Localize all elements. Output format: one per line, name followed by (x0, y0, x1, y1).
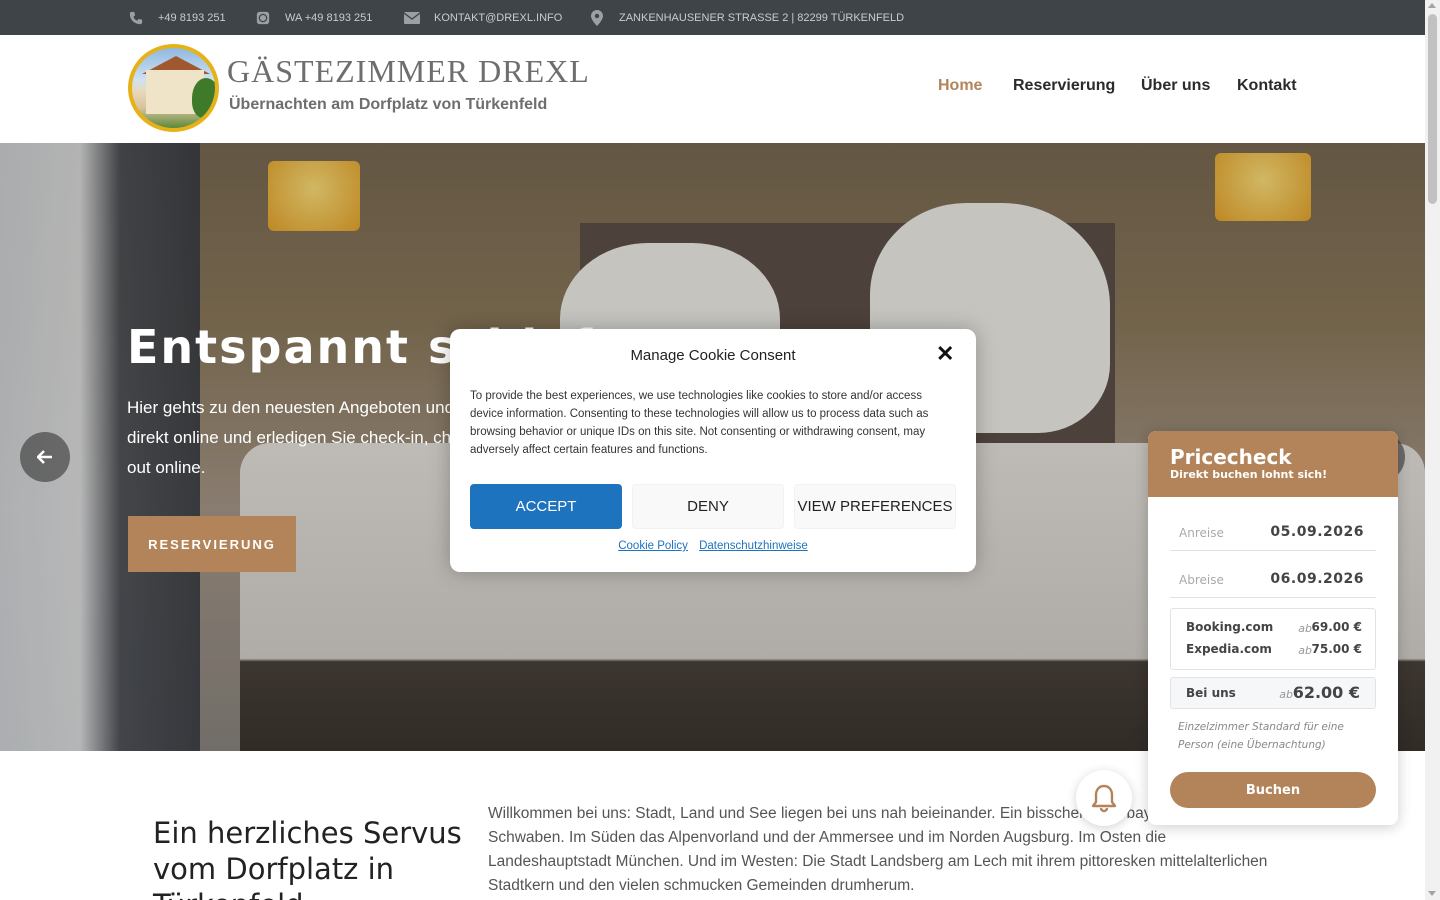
site-header: GÄSTEZIMMER DREXL Übernachten am Dorfpla… (0, 35, 1425, 143)
ota-name: Expedia.com (1186, 642, 1272, 656)
slider-prev-button[interactable] (20, 432, 70, 482)
nav-ueber-uns[interactable]: Über uns (1141, 77, 1210, 95)
page-scrollbar[interactable] (1425, 0, 1440, 900)
email-contact[interactable]: KONTAKT@DREXL.INFO (404, 0, 562, 35)
whatsapp-icon (255, 10, 271, 26)
arrival-label: Anreise (1179, 526, 1224, 540)
phone-icon (128, 10, 144, 26)
address-text: ZANKENHAUSENER STRASSE 2 | 82299 TÜRKENF… (619, 11, 905, 24)
nav-home[interactable]: Home (938, 77, 982, 95)
notification-bell-button[interactable] (1076, 770, 1132, 826)
email-text: KONTAKT@DREXL.INFO (434, 11, 563, 24)
nav-kontakt[interactable]: Kontakt (1237, 77, 1297, 95)
direct-price-box: Bei uns ab 62.00 € (1170, 677, 1376, 709)
scroll-down-arrow-icon[interactable] (1428, 891, 1436, 896)
room-note: Einzelzimmer Standard für eine Person (e… (1178, 721, 1344, 751)
welcome-heading: Ein herzliches Servus vom Dorfplatz in T… (153, 816, 462, 900)
ota-row-expedia: Expedia.com ab 75.00 € (1186, 640, 1362, 660)
ota-row-booking: Booking.com ab 69.00 € (1186, 618, 1362, 638)
departure-label: Abreise (1179, 573, 1224, 587)
departure-value: 06.09.2026 (1270, 571, 1364, 587)
ota-price: 69.00 € (1311, 620, 1362, 634)
ota-prefix: ab (1298, 644, 1312, 657)
direct-prefix: ab (1279, 688, 1293, 701)
ota-name: Booking.com (1186, 620, 1274, 634)
arrival-value: 05.09.2026 (1270, 524, 1364, 540)
arrow-left-icon (37, 450, 52, 464)
ota-price-list: Booking.com ab 69.00 € Expedia.com ab 75… (1170, 608, 1376, 670)
phone-contact[interactable]: +49 8193 251 (128, 0, 226, 35)
pricecheck-title: Pricecheck (1170, 445, 1292, 469)
direct-name: Bei uns (1186, 686, 1236, 700)
book-button[interactable]: Buchen (1170, 772, 1376, 808)
cookie-accept-button[interactable]: ACCEPT (470, 484, 622, 529)
address-info: ZANKENHAUSENER STRASSE 2 | 82299 TÜRKENF… (589, 0, 904, 35)
cookie-title: Manage Cookie Consent (630, 347, 796, 364)
cookie-preferences-button[interactable]: VIEW PREFERENCES (794, 484, 956, 529)
pricecheck-subtitle: Direkt buchen lohnt sich! (1170, 468, 1328, 481)
logo-subtitle: Übernachten am Dorfplatz von Türkenfeld (229, 96, 548, 113)
cookie-policy-link[interactable]: Cookie Policy (618, 540, 688, 552)
arrival-date-field[interactable]: Anreise 05.09.2026 (1170, 517, 1376, 551)
cookie-body-text: To provide the best experiences, we use … (470, 390, 929, 456)
whatsapp-text: WA +49 8193 251 (285, 11, 373, 24)
nav-reservierung[interactable]: Reservierung (1013, 77, 1115, 95)
logo-title[interactable]: GÄSTEZIMMER DREXL (227, 53, 590, 90)
ota-price: 75.00 € (1311, 642, 1362, 656)
cookie-deny-button[interactable]: DENY (632, 484, 784, 529)
scroll-up-arrow-icon[interactable] (1428, 3, 1436, 8)
whatsapp-contact[interactable]: WA +49 8193 251 (255, 0, 372, 35)
scrollbar-thumb[interactable] (1428, 14, 1437, 204)
cookie-links: Cookie Policy Datenschutzhinweise (450, 540, 976, 552)
envelope-icon (404, 10, 420, 26)
hero-reservierung-button[interactable]: RESERVIERUNG (128, 516, 296, 572)
map-marker-icon (589, 9, 605, 26)
close-icon[interactable]: ✕ (936, 343, 954, 365)
privacy-link[interactable]: Datenschutzhinweise (699, 540, 808, 552)
departure-date-field[interactable]: Abreise 06.09.2026 (1170, 564, 1376, 598)
ota-prefix: ab (1298, 622, 1312, 635)
bell-icon (1091, 784, 1117, 813)
direct-price: 62.00 € (1292, 683, 1360, 702)
pricecheck-widget: Pricecheck Direkt buchen lohnt sich! Anr… (1148, 431, 1398, 825)
hero-text: Hier gehts zu den neuesten Angeboten und… (127, 398, 484, 477)
cookie-consent-modal: Manage Cookie Consent ✕ To provide the b… (450, 329, 976, 572)
phone-text: +49 8193 251 (158, 11, 226, 24)
pricecheck-header: Pricecheck Direkt buchen lohnt sich! (1148, 431, 1398, 497)
top-info-bar: +49 8193 251 WA +49 8193 251 KONTAKT@DRE… (0, 0, 1425, 35)
logo-image[interactable] (128, 44, 219, 132)
